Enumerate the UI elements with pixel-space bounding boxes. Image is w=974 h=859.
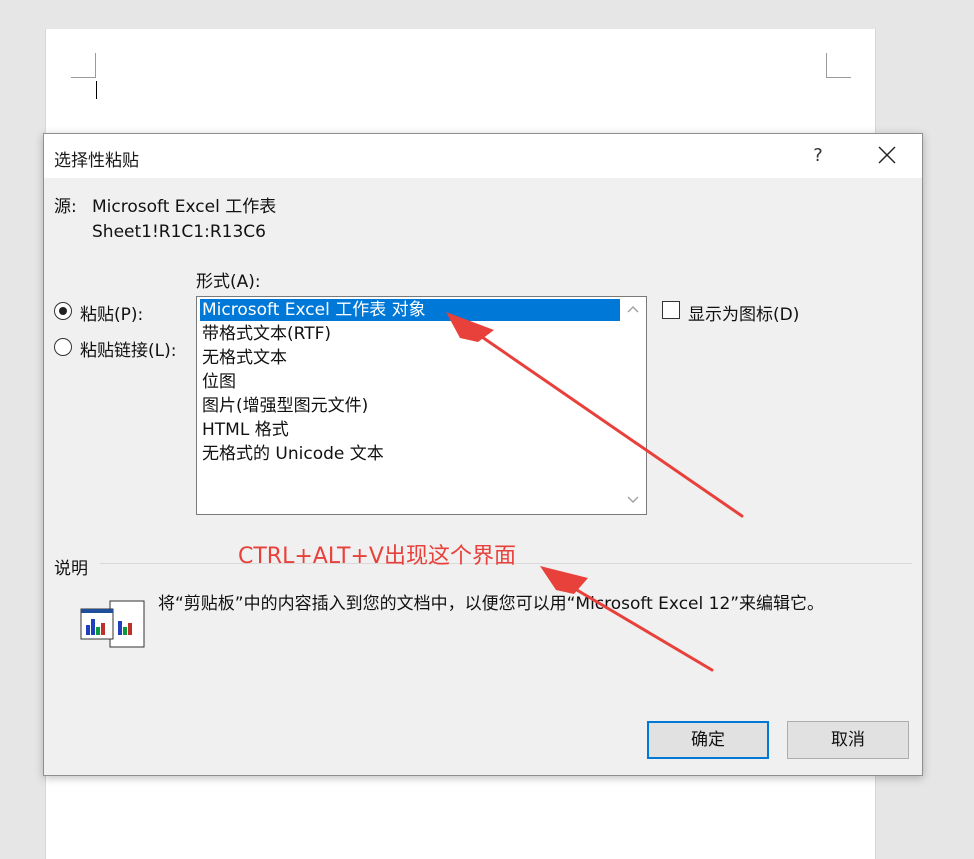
dialog-title: 选择性粘贴 [54, 151, 139, 171]
paste-object-icon [80, 600, 145, 648]
display-as-icon-checkbox[interactable] [662, 301, 680, 319]
annotation-text: CTRL+ALT+V出现这个界面 [238, 544, 516, 569]
format-listbox[interactable]: Microsoft Excel 工作表 对象 带格式文本(RTF) 无格式文本 … [196, 296, 647, 515]
format-label: 形式(A): [196, 272, 261, 292]
format-list-item[interactable]: 带格式文本(RTF) [200, 323, 622, 345]
paste-radio[interactable] [54, 302, 72, 320]
help-button[interactable]: ? [802, 142, 834, 170]
format-list-item[interactable]: HTML 格式 [200, 419, 622, 441]
dialog-titlebar: 选择性粘贴 ? [44, 134, 922, 178]
chevron-down-icon[interactable] [624, 490, 642, 508]
paste-radio-label[interactable]: 粘贴(P): [80, 300, 143, 325]
paste-link-radio[interactable] [54, 338, 72, 356]
source-value: Microsoft Excel 工作表 [92, 197, 277, 217]
source-range: Sheet1!R1C1:R13C6 [92, 222, 266, 242]
cancel-button[interactable]: 取消 [787, 721, 909, 759]
paste-special-dialog: 选择性粘贴 ? 源: Microsoft Excel 工作表 Sheet1!R1… [43, 133, 923, 776]
listbox-scrollbar[interactable] [620, 297, 646, 514]
crop-mark-top-right [826, 53, 851, 78]
format-list-item[interactable]: 图片(增强型图元文件) [200, 395, 622, 417]
chevron-up-icon[interactable] [624, 301, 642, 319]
format-list-item[interactable]: Microsoft Excel 工作表 对象 [200, 299, 622, 321]
format-list-item[interactable]: 无格式的 Unicode 文本 [200, 443, 622, 465]
crop-mark-top-left [71, 53, 96, 78]
description-text: 将“剪贴板”中的内容插入到您的文档中，以便您可以用“Microsoft Exce… [158, 594, 825, 614]
close-button[interactable] [864, 140, 910, 172]
ok-button[interactable]: 确定 [647, 721, 769, 759]
source-label: 源: [54, 197, 77, 217]
format-list-item[interactable]: 位图 [200, 371, 622, 393]
text-cursor [96, 81, 97, 99]
description-label: 说明 [54, 559, 88, 579]
display-as-icon-label[interactable]: 显示为图标(D) [688, 300, 799, 325]
paste-link-radio-label[interactable]: 粘贴链接(L): [80, 336, 176, 361]
radio-selected-dot [59, 307, 67, 315]
close-icon [878, 146, 896, 164]
format-list-item[interactable]: 无格式文本 [200, 347, 622, 369]
